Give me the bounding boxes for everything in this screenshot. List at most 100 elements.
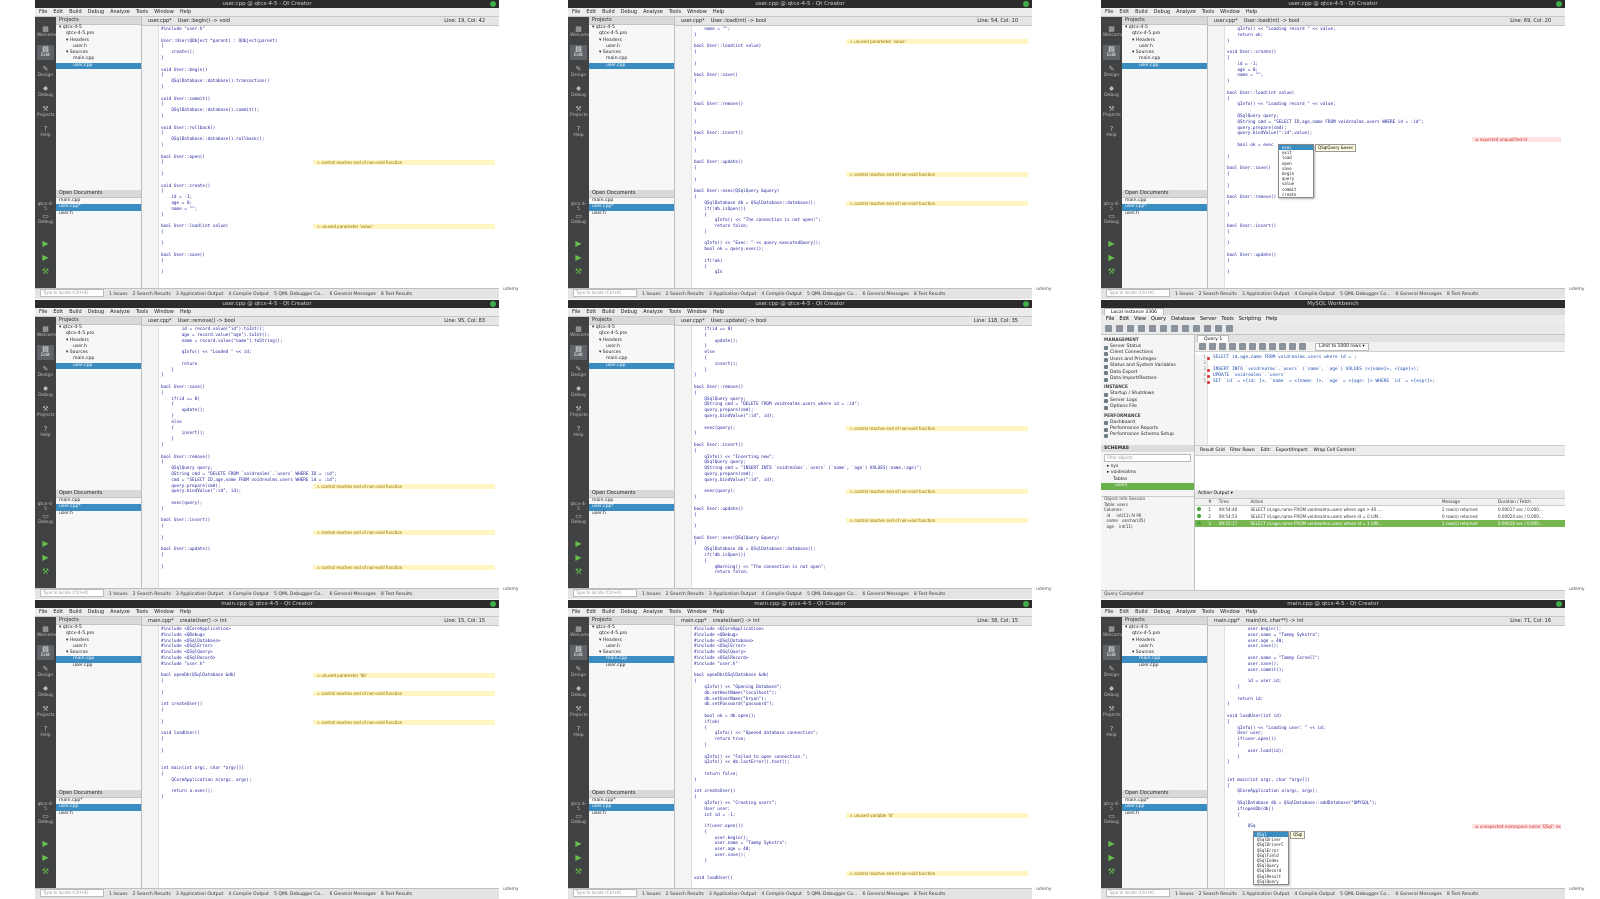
mode-welcome[interactable]: ▦ Welcome xyxy=(37,25,58,40)
output-pane-tab[interactable]: 1 Issues xyxy=(1175,892,1194,897)
editor-symbol[interactable]: createUser() -> int xyxy=(180,618,227,624)
build-icon[interactable]: ⚒ xyxy=(574,567,583,576)
output-pane-tab[interactable]: 3 Application Output xyxy=(176,592,223,597)
action-output-row[interactable]: 3 09:55:17 SELECT id,age,name FROM voidrea… xyxy=(1195,520,1565,527)
mode-help[interactable]: ? Help xyxy=(37,125,54,140)
mode-welcome[interactable]: ▦ Welcome xyxy=(1103,25,1124,40)
code-editor[interactable]: user.cpp* User::remove() -> bool Line: 95,… xyxy=(142,317,499,589)
menu-edit[interactable]: Edit xyxy=(1119,9,1129,15)
menu-analyze[interactable]: Analyze xyxy=(1176,9,1196,15)
menu-build[interactable]: Build xyxy=(69,9,82,15)
menu-window[interactable]: Window xyxy=(1220,609,1240,615)
completion-popup[interactable]: exec exit load open save begin query value commi… xyxy=(1278,144,1314,199)
output-pane-tab[interactable]: 6 General Messages xyxy=(329,592,375,597)
menu-build[interactable]: Build xyxy=(1135,609,1148,615)
mode-debug[interactable]: ✸ Debug xyxy=(37,85,54,100)
action-output-select[interactable]: Action Output ▾ xyxy=(1195,490,1565,499)
menu-debug[interactable]: Debug xyxy=(1154,609,1170,615)
output-pane-tab[interactable]: 4 Compile Output xyxy=(761,292,802,297)
menu-build[interactable]: Build xyxy=(602,9,615,15)
debug-run-icon[interactable]: ▶ xyxy=(41,253,50,262)
menu-tools[interactable]: Tools xyxy=(136,609,148,615)
output-pane-tab[interactable]: 6 General Messages xyxy=(862,292,908,297)
mode-help[interactable]: ? Help xyxy=(37,425,54,440)
menu-help[interactable]: Help xyxy=(713,609,724,615)
open-document-item[interactable]: user.h xyxy=(589,811,674,817)
mode-help[interactable]: ? Help xyxy=(1103,125,1120,140)
query-toolbar-icon[interactable] xyxy=(1269,343,1276,350)
output-pane-tab[interactable]: 5 QML Debugger Co... xyxy=(1340,892,1391,897)
output-pane-tab[interactable]: 1 Issues xyxy=(642,292,661,297)
output-pane-tab[interactable]: 8 Test Results xyxy=(914,892,945,897)
mode-projects[interactable]: ⚒ Projects xyxy=(570,705,588,720)
mode-welcome[interactable]: ▦ Welcome xyxy=(37,625,58,640)
code-area[interactable]: id = record.value("id").toInt(); age = r… xyxy=(161,327,495,589)
output-pane-tab[interactable]: 5 QML Debugger Co... xyxy=(274,292,325,297)
window-close-icon[interactable] xyxy=(1023,601,1029,607)
kit-selector[interactable]: qtcx-4-5 ▭ Debug xyxy=(37,502,54,526)
window-close-icon[interactable] xyxy=(490,1,496,7)
output-pane-tab[interactable]: 3 Application Output xyxy=(1242,292,1289,297)
code-editor[interactable]: main.cpp* createUser() -> int Line: 15, Co… xyxy=(142,617,499,889)
output-pane-tab[interactable]: 4 Compile Output xyxy=(761,592,802,597)
menu-tools[interactable]: Tools xyxy=(669,9,681,15)
menu-tools[interactable]: Tools xyxy=(1202,609,1214,615)
mode-welcome[interactable]: ▦ Welcome xyxy=(37,325,58,340)
run-icon[interactable]: ▶ xyxy=(574,239,583,248)
output-pane-tab[interactable]: 2 Search Results xyxy=(666,892,704,897)
output-pane-tab[interactable]: 4 Compile Output xyxy=(228,592,269,597)
menu-window[interactable]: Window xyxy=(154,9,174,15)
menu-edit[interactable]: Edit xyxy=(1119,609,1129,615)
code-editor[interactable]: user.cpp* User::update() -> bool Line: 118… xyxy=(675,317,1032,589)
navigator-item[interactable]: Performance Schema Setup xyxy=(1104,432,1194,438)
code-editor[interactable]: main.cpp* main(int, char**) -> int Line: 7… xyxy=(1208,617,1565,889)
output-pane-tab[interactable]: 8 Test Results xyxy=(381,892,412,897)
menu-window[interactable]: Window xyxy=(154,309,174,315)
editor-file-name[interactable]: main.cpp* xyxy=(681,618,707,624)
output-pane-tab[interactable]: 6 General Messages xyxy=(329,892,375,897)
menu-file[interactable]: File xyxy=(572,309,580,315)
mode-edit[interactable]: ▤ Edit xyxy=(37,345,54,360)
menu-window[interactable]: Window xyxy=(687,609,707,615)
tree-item[interactable]: user.cpp xyxy=(1122,62,1207,70)
code-area[interactable]: name = "";} bool User::load(int value){} b… xyxy=(694,27,1028,289)
tree-item[interactable]: user.cpp xyxy=(589,663,674,669)
editor-symbol[interactable]: User::begin() -> void xyxy=(178,18,230,24)
output-pane-tab[interactable]: 3 Application Output xyxy=(709,592,756,597)
action-output-row[interactable]: 2 09:54:53 SELECT id,age,name FROM voidrea… xyxy=(1195,513,1565,520)
code-area[interactable]: #include <QCoreApplication> #include <QDe… xyxy=(161,627,495,889)
menu-edit[interactable]: Edit xyxy=(1119,316,1129,322)
output-pane-tab[interactable]: 8 Test Results xyxy=(1447,292,1478,297)
output-pane-tab[interactable]: 8 Test Results xyxy=(914,292,945,297)
run-icon[interactable]: ▶ xyxy=(1107,239,1116,248)
output-pane-tab[interactable]: 4 Compile Output xyxy=(228,292,269,297)
editor-symbol[interactable]: main(int, char**) -> int xyxy=(1246,618,1304,624)
menu-file[interactable]: File xyxy=(1106,316,1114,322)
menu-analyze[interactable]: Analyze xyxy=(110,9,130,15)
output-pane-tab[interactable]: 2 Search Results xyxy=(1199,892,1237,897)
editor-symbol[interactable]: User::load(int) -> bool xyxy=(711,18,767,24)
mode-design[interactable]: ✎ Design xyxy=(570,665,587,680)
code-editor[interactable]: user.cpp* User::load(int) -> bool Line: 69… xyxy=(1208,17,1565,289)
output-pane-tab[interactable]: 1 Issues xyxy=(1175,292,1194,297)
open-document-item[interactable]: user.h xyxy=(56,811,141,817)
build-icon[interactable]: ⚒ xyxy=(574,867,583,876)
toolbar-icon[interactable] xyxy=(1116,325,1123,332)
query-toolbar-icon[interactable] xyxy=(1199,343,1206,350)
output-pane-tab[interactable]: 8 Test Results xyxy=(381,292,412,297)
menu-edit[interactable]: Edit xyxy=(53,609,63,615)
mode-welcome[interactable]: ▦ Welcome xyxy=(570,325,591,340)
menu-tools[interactable]: Tools xyxy=(1221,316,1233,322)
output-pane-tab[interactable]: 5 QML Debugger Co... xyxy=(274,892,325,897)
kit-selector[interactable]: qtcx-4-5 ▭ Debug xyxy=(570,502,587,526)
menu-build[interactable]: Build xyxy=(602,609,615,615)
debug-run-icon[interactable]: ▶ xyxy=(1107,853,1116,862)
completion-popup[interactable]: QSql QSqlDriver QSqlDriverC QSqlError QSqlFi… xyxy=(1253,831,1289,886)
tree-item[interactable]: user.cpp xyxy=(589,62,674,70)
locator-input[interactable]: Type to locate (Ctrl+K) xyxy=(573,889,637,897)
result-grid-control[interactable]: Export/Import: xyxy=(1276,448,1309,453)
toolbar-icon[interactable] xyxy=(1204,325,1211,332)
mode-edit[interactable]: ▤ Edit xyxy=(37,645,54,660)
menu-help[interactable]: Help xyxy=(180,9,191,15)
menu-analyze[interactable]: Analyze xyxy=(110,609,130,615)
